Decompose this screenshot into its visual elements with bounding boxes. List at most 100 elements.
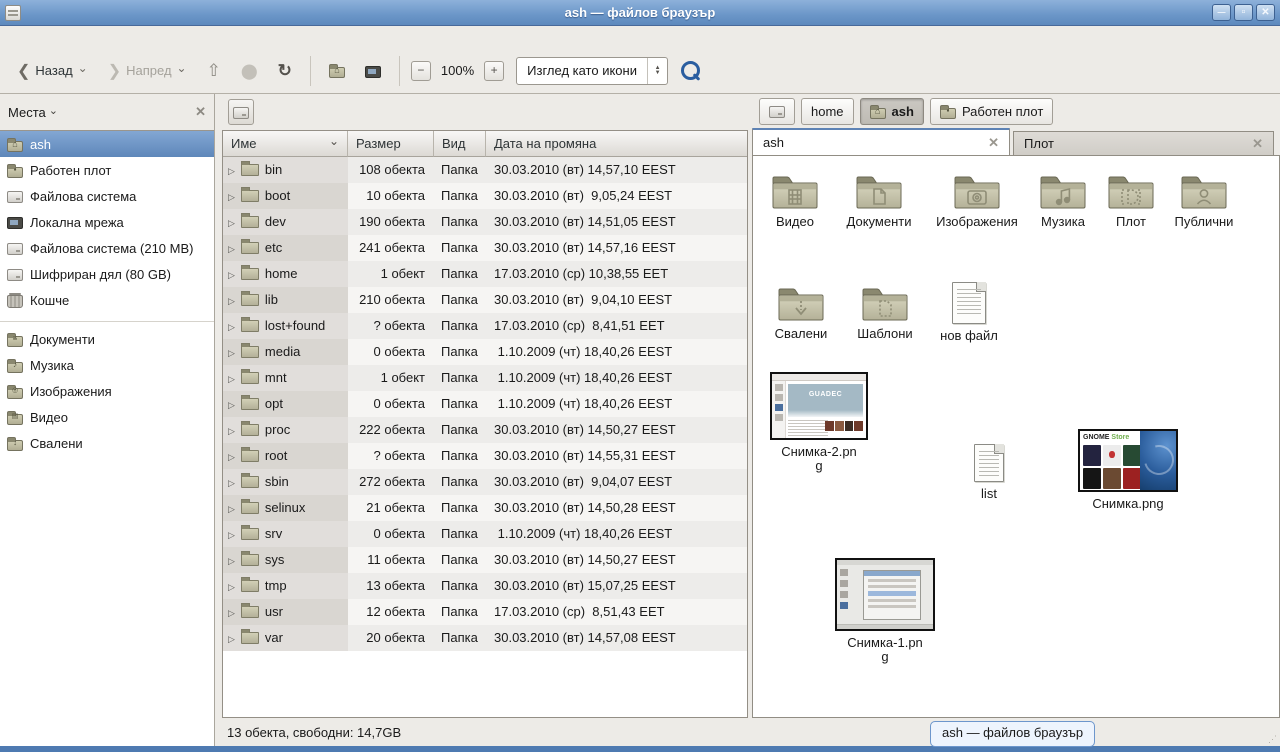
table-row[interactable]: selinux 21 обекта Папка 30.03.2010 (вт) … <box>223 495 747 521</box>
expander-icon[interactable] <box>228 313 235 339</box>
expander-icon[interactable] <box>228 417 235 443</box>
menu-item[interactable] <box>42 35 60 39</box>
table-row[interactable]: lost+found ? обекта Папка 17.03.2010 (ср… <box>223 313 747 339</box>
view-mode-spinner-icon[interactable]: ▲▼ <box>647 58 667 84</box>
sidebar-place-item[interactable]: Видео <box>0 404 214 430</box>
sidebar-place-item[interactable]: ash <box>0 131 214 157</box>
maximize-button[interactable] <box>1234 4 1253 21</box>
icon-desktop-folder[interactable]: Плот <box>1089 172 1173 229</box>
expander-icon[interactable] <box>228 599 235 625</box>
icon-public-folder[interactable]: Публични <box>1162 172 1246 229</box>
menu-item[interactable] <box>24 35 42 39</box>
tab-close-icon[interactable]: ✕ <box>988 135 999 151</box>
reload-button[interactable] <box>271 56 299 86</box>
expander-icon[interactable] <box>228 391 235 417</box>
expander-icon[interactable] <box>228 521 235 547</box>
menu-item[interactable] <box>78 35 96 39</box>
icon-list-file[interactable]: list <box>949 444 1029 501</box>
sidebar-place-item[interactable] <box>0 313 214 322</box>
view-mode-select[interactable]: Изглед като икони ▲▼ <box>516 57 668 85</box>
resize-grip[interactable]: ⋰ <box>1268 734 1278 744</box>
root-location-button[interactable] <box>228 99 254 125</box>
table-row[interactable]: dev 190 обекта Папка 30.03.2010 (вт) 14,… <box>223 209 747 235</box>
icon-downloads-folder[interactable]: Свалени <box>759 284 843 341</box>
tab-ash[interactable]: ash ✕ <box>752 128 1010 155</box>
zoom-out-button[interactable]: − <box>411 61 431 81</box>
table-row[interactable]: usr 12 обекта Папка 17.03.2010 (ср) 8,51… <box>223 599 747 625</box>
up-button[interactable] <box>200 56 228 86</box>
icon-documents-folder[interactable]: Документи <box>837 172 921 229</box>
forward-button[interactable]: ❯ Напред <box>101 56 194 86</box>
sidebar-place-item[interactable]: Кошче <box>0 287 214 313</box>
menu-item[interactable] <box>60 35 78 39</box>
breadcrumb-desktop-button[interactable]: Работен плот <box>930 98 1053 125</box>
sidebar-close-icon[interactable]: ✕ <box>195 104 206 120</box>
table-row[interactable]: srv 0 обекта Папка 1.10.2009 (чт) 18,40,… <box>223 521 747 547</box>
table-row[interactable]: bin 108 обекта Папка 30.03.2010 (вт) 14,… <box>223 157 747 183</box>
expander-icon[interactable] <box>228 495 235 521</box>
menu-item[interactable] <box>96 35 114 39</box>
computer-button[interactable] <box>358 59 388 83</box>
search-icon[interactable] <box>680 60 702 82</box>
expander-icon[interactable] <box>228 287 235 313</box>
zoom-in-button[interactable]: + <box>484 61 504 81</box>
sidebar-pane-select[interactable]: Места <box>8 105 58 120</box>
icon-view[interactable]: Видео Документи Изображения Музика Плот <box>752 155 1280 718</box>
home-button[interactable] <box>322 58 352 83</box>
expander-icon[interactable] <box>228 157 235 183</box>
column-header-type[interactable]: Вид <box>434 131 486 157</box>
table-row[interactable]: boot 10 обекта Папка 30.03.2010 (вт) 9,0… <box>223 183 747 209</box>
tab-plot[interactable]: Плот ✕ <box>1013 131 1274 155</box>
sidebar-place-item[interactable]: Музика <box>0 352 214 378</box>
table-row[interactable]: mnt 1 обект Папка 1.10.2009 (чт) 18,40,2… <box>223 365 747 391</box>
back-button[interactable]: ❮ Назад <box>10 56 95 86</box>
expander-icon[interactable] <box>228 261 235 287</box>
sidebar-place-item[interactable]: Изображения <box>0 378 214 404</box>
close-button[interactable] <box>1256 4 1275 21</box>
expander-icon[interactable] <box>228 469 235 495</box>
column-header-name[interactable]: Име <box>223 131 348 157</box>
expander-icon[interactable] <box>228 339 235 365</box>
expander-icon[interactable] <box>228 209 235 235</box>
sidebar-place-item[interactable]: Работен плот <box>0 157 214 183</box>
stop-button[interactable] <box>234 57 265 85</box>
sidebar-place-item[interactable]: Свалени <box>0 430 214 456</box>
expander-icon[interactable] <box>228 183 235 209</box>
icon-snapshot1[interactable]: Снимка-1.png <box>827 558 943 664</box>
sidebar-place-item[interactable]: Локална мрежа <box>0 209 214 235</box>
sidebar-place-item[interactable]: Документи <box>0 326 214 352</box>
icon-images-folder[interactable]: Изображения <box>935 172 1019 229</box>
sidebar-place-item[interactable]: Шифриран дял (80 GB) <box>0 261 214 287</box>
menu-item[interactable] <box>6 35 24 39</box>
table-row[interactable]: lib 210 обекта Папка 30.03.2010 (вт) 9,0… <box>223 287 747 313</box>
forward-history-dropdown[interactable] <box>177 63 187 78</box>
table-row[interactable]: media 0 обекта Папка 1.10.2009 (чт) 18,4… <box>223 339 747 365</box>
table-row[interactable]: sys 11 обекта Папка 30.03.2010 (вт) 14,5… <box>223 547 747 573</box>
expander-icon[interactable] <box>228 443 235 469</box>
back-history-dropdown[interactable] <box>78 63 88 78</box>
column-header-modified[interactable]: Дата на промяна <box>486 131 747 157</box>
breadcrumb-ash-button[interactable]: ash <box>860 98 924 125</box>
expander-icon[interactable] <box>228 365 235 391</box>
table-row[interactable]: tmp 13 обекта Папка 30.03.2010 (вт) 15,0… <box>223 573 747 599</box>
icon-new-file[interactable]: нов файл <box>927 282 1011 343</box>
breadcrumb-root-button[interactable] <box>759 98 795 125</box>
table-row[interactable]: proc 222 обекта Папка 30.03.2010 (вт) 14… <box>223 417 747 443</box>
table-row[interactable]: etc 241 обекта Папка 30.03.2010 (вт) 14,… <box>223 235 747 261</box>
table-row[interactable]: root ? обекта Папка 30.03.2010 (вт) 14,5… <box>223 443 747 469</box>
icon-snapshot[interactable]: GNOME Store Снимка.png <box>1073 429 1183 511</box>
table-row[interactable]: sbin 272 обекта Папка 30.03.2010 (вт) 9,… <box>223 469 747 495</box>
icon-video-folder[interactable]: Видео <box>753 172 837 229</box>
column-header-size[interactable]: Размер <box>348 131 434 157</box>
expander-icon[interactable] <box>228 235 235 261</box>
sidebar-place-item[interactable]: Файлова система (210 MB) <box>0 235 214 261</box>
table-row[interactable]: var 20 обекта Папка 30.03.2010 (вт) 14,5… <box>223 625 747 651</box>
minimize-button[interactable] <box>1212 4 1231 21</box>
expander-icon[interactable] <box>228 573 235 599</box>
table-row[interactable]: opt 0 обекта Папка 1.10.2009 (чт) 18,40,… <box>223 391 747 417</box>
sidebar-place-item[interactable]: Файлова система <box>0 183 214 209</box>
breadcrumb-home-button[interactable]: home <box>801 98 854 125</box>
titlebar[interactable]: ash — файлов браузър <box>0 0 1280 26</box>
expander-icon[interactable] <box>228 625 235 651</box>
expander-icon[interactable] <box>228 547 235 573</box>
